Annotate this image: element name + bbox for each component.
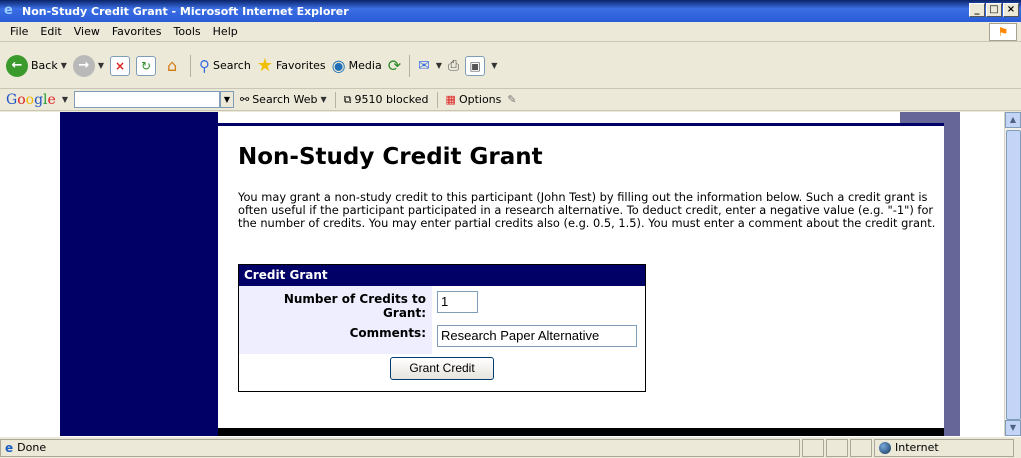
status-main: e Done: [0, 438, 800, 457]
window-title: Non-Study Credit Grant - Microsoft Inter…: [22, 4, 349, 18]
binoculars-icon: ⚯: [239, 93, 250, 106]
status-cell: [826, 438, 848, 457]
ie-page-icon: e: [5, 440, 14, 455]
options-label: Options: [458, 93, 502, 106]
intro-text: You may grant a non-study credit to this…: [238, 190, 936, 230]
status-bar: e Done Internet: [0, 436, 1021, 458]
search-icon: ⚲: [199, 56, 211, 75]
media-button[interactable]: ◉ Media: [332, 56, 382, 75]
back-arrow-icon: ←: [6, 54, 28, 77]
close-button[interactable]: ×: [1003, 3, 1019, 17]
vertical-scrollbar[interactable]: ▲ ▼: [1004, 112, 1021, 436]
highlighter-icon[interactable]: ✎: [507, 93, 516, 106]
toolbar-separator: [190, 54, 192, 77]
forward-arrow-icon: →: [72, 54, 95, 77]
chevron-down-icon[interactable]: ▼: [219, 91, 234, 108]
blocked-count: 9510 blocked: [354, 93, 429, 106]
back-label: Back: [31, 59, 58, 72]
search-label: Search: [213, 59, 251, 72]
media-icon: ◉: [331, 56, 346, 75]
stop-icon[interactable]: ×: [110, 55, 131, 76]
media-label: Media: [348, 59, 382, 72]
back-button[interactable]: ← Back ▼: [6, 54, 67, 77]
scroll-down-arrow-icon[interactable]: ▼: [1005, 420, 1021, 436]
home-icon[interactable]: ⌂: [162, 56, 182, 76]
button-row: Grant Credit: [239, 354, 645, 380]
comments-row: Comments: Research Paper Alternative: [239, 320, 645, 354]
chevron-down-icon[interactable]: ▼: [436, 61, 442, 70]
mail-icon[interactable]: ✉: [418, 58, 430, 74]
google-toolbar: Google ▼ ▼ ⚯ Search Web ▼ ⧉ 9510 blocked…: [0, 89, 1021, 111]
standard-toolbar: ← Back ▼ → ▼ × ↻ ⌂ ⚲ Search ★ Favorites …: [0, 43, 1021, 89]
refresh-icon[interactable]: ↻: [136, 55, 157, 76]
status-cell: [850, 438, 872, 457]
favorites-button[interactable]: ★ Favorites: [257, 55, 326, 76]
menu-tools[interactable]: Tools: [168, 25, 207, 38]
globe-icon: [879, 441, 891, 454]
status-cell: [802, 438, 824, 457]
toolbar-separator: [436, 91, 438, 108]
toolbar-separator: [409, 54, 411, 77]
windows-logo-icon: ⚑: [989, 23, 1017, 41]
credits-cell: 1: [432, 286, 645, 320]
chevron-down-icon[interactable]: ▼: [98, 61, 104, 70]
toolbar-separator: [334, 91, 336, 108]
left-navy-band: [60, 112, 218, 436]
security-zone: Internet: [874, 438, 1014, 457]
history-icon[interactable]: ⟳: [388, 56, 401, 75]
form-header: Credit Grant: [239, 265, 645, 286]
zone-label: Internet: [895, 441, 939, 454]
options-icon: ▦: [445, 93, 456, 106]
menu-help[interactable]: Help: [207, 25, 244, 38]
page-title: Non-Study Credit Grant: [238, 144, 543, 170]
credits-row: Number of Credits to Grant: 1: [239, 286, 645, 320]
popup-blocked-icon: ⧉: [343, 92, 352, 106]
comments-input[interactable]: Research Paper Alternative: [437, 325, 637, 347]
page-viewport: Non-Study Credit Grant You may grant a n…: [0, 112, 1004, 436]
popup-blocker-button[interactable]: ⧉ 9510 blocked: [344, 93, 429, 107]
ie-icon: e: [4, 3, 13, 18]
menu-favorites[interactable]: Favorites: [106, 25, 168, 38]
chevron-down-icon[interactable]: ▼: [320, 95, 326, 104]
status-text: Done: [17, 441, 47, 454]
menu-view[interactable]: View: [68, 25, 106, 38]
google-logo-icon[interactable]: Google: [6, 92, 56, 108]
minimize-button[interactable]: _: [969, 3, 985, 17]
search-web-label: Search Web: [252, 93, 318, 106]
comments-label: Comments:: [239, 320, 432, 354]
edit-icon[interactable]: ▣: [465, 55, 486, 76]
credits-input[interactable]: 1: [437, 291, 478, 313]
chevron-down-icon[interactable]: ▼: [491, 61, 497, 70]
chevron-down-icon[interactable]: ▼: [62, 95, 68, 104]
chevron-down-icon[interactable]: ▼: [61, 61, 67, 70]
scroll-up-arrow-icon[interactable]: ▲: [1005, 112, 1021, 128]
comments-cell: Research Paper Alternative: [432, 320, 645, 354]
menu-edit[interactable]: Edit: [34, 25, 67, 38]
title-bar: e Non-Study Credit Grant - Microsoft Int…: [0, 0, 1021, 22]
forward-button[interactable]: → ▼: [72, 54, 104, 77]
search-button[interactable]: ⚲ Search: [199, 57, 251, 75]
google-search-input[interactable]: [73, 91, 220, 108]
favorites-label: Favorites: [275, 59, 326, 72]
menu-bar: File Edit View Favorites Tools Help ⚑: [0, 22, 1021, 42]
star-icon: ★: [256, 55, 273, 76]
scroll-thumb[interactable]: [1006, 130, 1021, 420]
maximize-button[interactable]: □: [986, 3, 1002, 17]
credit-grant-form: Credit Grant Number of Credits to Grant:…: [238, 264, 646, 392]
window-controls: _ □ ×: [969, 3, 1019, 17]
menu-file[interactable]: File: [4, 25, 34, 38]
content-panel: Non-Study Credit Grant You may grant a n…: [218, 126, 944, 428]
grant-credit-button[interactable]: Grant Credit: [390, 357, 494, 380]
panel-bottom-border: [218, 428, 944, 436]
credits-label: Number of Credits to Grant:: [239, 286, 432, 320]
search-web-button[interactable]: ⚯ Search Web ▼: [240, 93, 327, 106]
options-button[interactable]: ▦ Options: [446, 93, 502, 106]
print-icon[interactable]: ⎙: [448, 58, 459, 74]
